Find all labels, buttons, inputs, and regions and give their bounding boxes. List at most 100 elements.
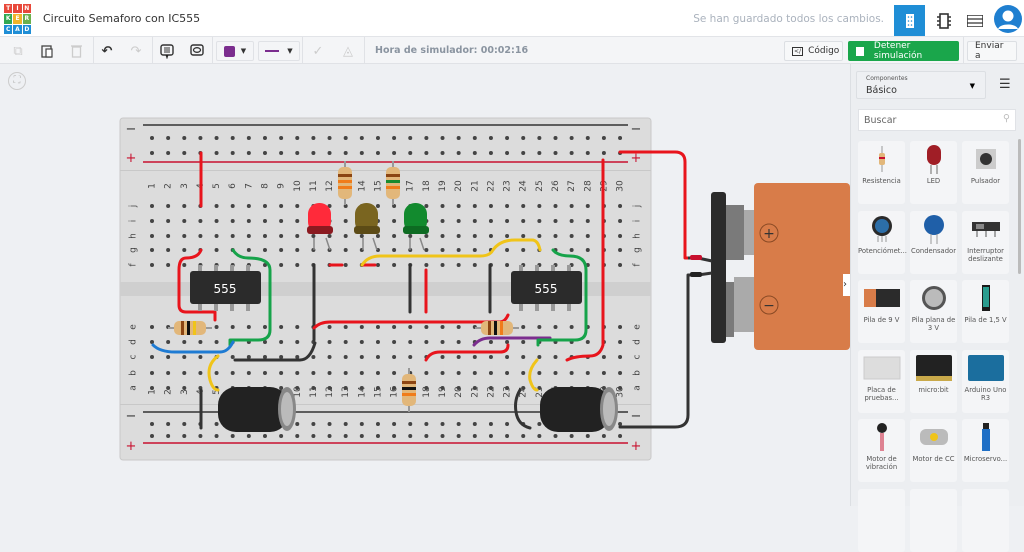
- component-tile-potentiometer[interactable]: Potenciómet...: [858, 210, 907, 274]
- fit-view-icon[interactable]: ⛶: [8, 72, 26, 90]
- rail-hole[interactable]: [537, 151, 542, 155]
- rail-hole[interactable]: [488, 434, 493, 438]
- rail-hole[interactable]: [182, 434, 187, 438]
- rail-hole[interactable]: [537, 422, 542, 426]
- breadboard-hole[interactable]: [279, 234, 284, 238]
- breadboard-hole[interactable]: [488, 340, 493, 344]
- breadboard-hole[interactable]: [262, 248, 267, 252]
- breadboard-hole[interactable]: [392, 219, 397, 223]
- breadboard-hole[interactable]: [424, 263, 429, 267]
- rail-hole[interactable]: [392, 422, 397, 426]
- rail-hole[interactable]: [488, 151, 493, 155]
- wire-type-dropdown[interactable]: ▼: [258, 41, 300, 61]
- breadboard-hole[interactable]: [375, 355, 380, 359]
- rail-hole[interactable]: [440, 136, 445, 140]
- breadboard-hole[interactable]: [601, 355, 606, 359]
- search-input[interactable]: Buscar ⚲: [858, 109, 1016, 131]
- breadboard-hole[interactable]: [166, 248, 171, 252]
- components-dropdown[interactable]: Componentes Básico ▼: [856, 71, 986, 99]
- rail-hole[interactable]: [618, 422, 623, 426]
- breadboard-hole[interactable]: [214, 340, 219, 344]
- flip-icon[interactable]: ◬: [338, 41, 358, 61]
- component-tile-slide-switch[interactable]: Interruptor deslizante: [962, 210, 1009, 274]
- rail-hole[interactable]: [408, 422, 413, 426]
- component-tile-dc-motor[interactable]: Motor de CC: [910, 419, 957, 482]
- breadboard-hole[interactable]: [585, 248, 590, 252]
- breadboard-hole[interactable]: [343, 219, 348, 223]
- breadboard-hole[interactable]: [150, 325, 154, 329]
- wire-color-dropdown[interactable]: ▼: [216, 41, 254, 61]
- breadboard-hole[interactable]: [553, 204, 558, 208]
- rail-hole[interactable]: [262, 136, 267, 140]
- breadboard-hole[interactable]: [521, 204, 526, 208]
- breadboard-hole[interactable]: [488, 371, 493, 375]
- breadboard-hole[interactable]: [182, 204, 187, 208]
- breadboard-hole[interactable]: [505, 263, 510, 267]
- rail-hole[interactable]: [262, 434, 267, 438]
- breadboard-hole[interactable]: [569, 204, 574, 208]
- rail-hole[interactable]: [569, 136, 574, 140]
- breadboard-hole[interactable]: [198, 219, 203, 223]
- breadboard-hole[interactable]: [295, 204, 300, 208]
- breadboard-hole[interactable]: [440, 204, 445, 208]
- rail-hole[interactable]: [585, 136, 590, 140]
- rail-hole[interactable]: [505, 136, 510, 140]
- rail-hole[interactable]: [601, 136, 606, 140]
- breadboard-hole[interactable]: [585, 204, 590, 208]
- breadboard-hole[interactable]: [230, 219, 235, 223]
- breadboard-hole[interactable]: [214, 204, 219, 208]
- rail-hole[interactable]: [214, 151, 219, 155]
- breadboard-hole[interactable]: [375, 234, 380, 238]
- breadboard-hole[interactable]: [424, 204, 429, 208]
- breadboard-hole[interactable]: [488, 355, 493, 359]
- breadboard-hole[interactable]: [424, 325, 429, 329]
- rail-hole[interactable]: [505, 422, 510, 426]
- breadboard-hole[interactable]: [408, 325, 413, 329]
- rail-hole[interactable]: [569, 434, 574, 438]
- breadboard-hole[interactable]: [182, 263, 187, 267]
- breadboard-hole[interactable]: [408, 234, 413, 238]
- breadboard-hole[interactable]: [214, 248, 219, 252]
- breadboard-hole[interactable]: [150, 355, 154, 359]
- breadboard-hole[interactable]: [456, 355, 461, 359]
- project-title[interactable]: Circuito Semaforo con IC555: [43, 12, 200, 25]
- rail-hole[interactable]: [214, 136, 219, 140]
- rail-hole[interactable]: [375, 434, 380, 438]
- rail-hole[interactable]: [440, 422, 445, 426]
- breadboard-hole[interactable]: [408, 355, 413, 359]
- breadboard-hole[interactable]: [343, 234, 348, 238]
- rail-hole[interactable]: [343, 434, 348, 438]
- rail-hole[interactable]: [392, 151, 397, 155]
- breadboard-hole[interactable]: [424, 234, 429, 238]
- send-to-button[interactable]: Enviar a: [967, 41, 1017, 61]
- breadboard-hole[interactable]: [230, 325, 235, 329]
- breadboard-hole[interactable]: [375, 204, 380, 208]
- breadboard-hole[interactable]: [472, 263, 477, 267]
- rail-hole[interactable]: [375, 422, 380, 426]
- rail-hole[interactable]: [230, 434, 235, 438]
- user-avatar-icon[interactable]: [992, 3, 1023, 34]
- breadboard-scene[interactable]: 1122334455667788991010111112121313141415…: [0, 64, 850, 506]
- breadboard-hole[interactable]: [295, 355, 300, 359]
- breadboard-hole[interactable]: [537, 219, 542, 223]
- component-tile-more[interactable]: [962, 488, 1009, 552]
- breadboard-hole[interactable]: [618, 340, 623, 344]
- rail-hole[interactable]: [440, 434, 445, 438]
- component-tile-more[interactable]: [858, 488, 905, 552]
- rail-hole[interactable]: [279, 434, 284, 438]
- breadboard-hole[interactable]: [440, 340, 445, 344]
- breadboard-hole[interactable]: [521, 371, 526, 375]
- rail-hole[interactable]: [618, 136, 623, 140]
- rail-hole[interactable]: [246, 434, 251, 438]
- breadboard-hole[interactable]: [359, 234, 364, 238]
- breadboard-hole[interactable]: [214, 219, 219, 223]
- breadboard-hole[interactable]: [553, 219, 558, 223]
- rail-hole[interactable]: [537, 136, 542, 140]
- breadboard-hole[interactable]: [618, 204, 623, 208]
- breadboard-hole[interactable]: [585, 219, 590, 223]
- rail-hole[interactable]: [150, 151, 154, 155]
- breadboard-hole[interactable]: [214, 234, 219, 238]
- capacitor-left[interactable]: [218, 387, 296, 432]
- component-tile-coin-cell[interactable]: Pila plana de 3 V: [910, 280, 957, 343]
- rail-hole[interactable]: [198, 136, 203, 140]
